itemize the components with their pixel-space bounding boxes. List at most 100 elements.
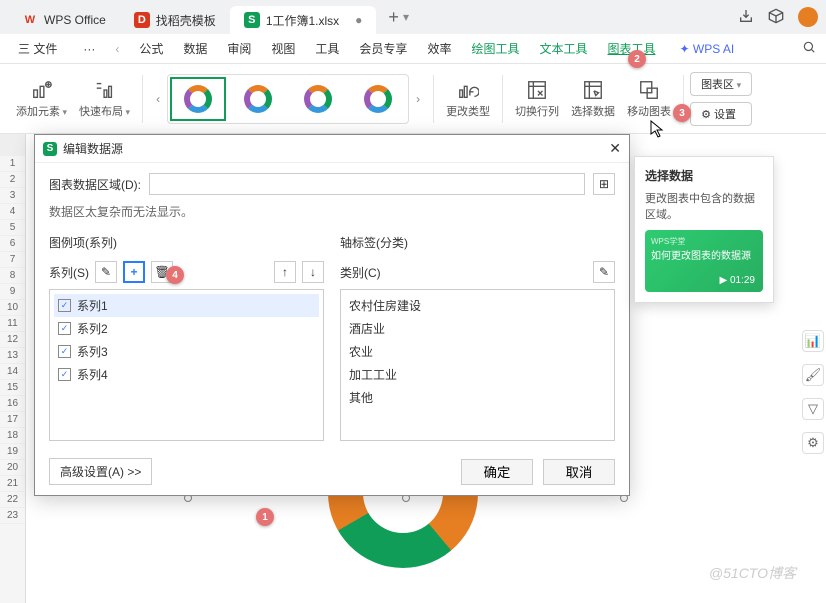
select-data-button[interactable]: 选择数据 xyxy=(565,79,621,119)
dialog-title: 编辑数据源 xyxy=(63,140,123,157)
cursor-icon xyxy=(650,120,664,138)
range-picker-icon[interactable]: ⊞ xyxy=(593,173,615,195)
cube-icon[interactable] xyxy=(768,8,784,27)
menu-formula[interactable]: 公式 xyxy=(131,36,171,61)
tooltip-video[interactable]: WPS学堂 如何更改图表的数据源 ▶ 01:29 xyxy=(645,230,763,292)
style-thumb-2[interactable] xyxy=(230,77,286,121)
style-thumb-4[interactable] xyxy=(350,77,406,121)
row-headers: 1234567891011121314151617181920212223 xyxy=(0,134,26,603)
menu-efficiency[interactable]: 效率 xyxy=(419,36,459,61)
tab-docer[interactable]: D 找稻壳模板 xyxy=(120,6,230,34)
styles-next[interactable]: › xyxy=(409,75,427,123)
select-data-tooltip: 选择数据 更改图表中包含的数据区域。 WPS学堂 如何更改图表的数据源 ▶ 01… xyxy=(634,156,774,303)
series-up-button[interactable]: ↑ xyxy=(274,261,296,283)
annotation-pin-3: 3 xyxy=(673,104,691,122)
toolbar: 添加元素 快速布局 ‹ › 更改类型 切换行列 选择数据 移动图表 图表区 ⚙ … xyxy=(0,64,826,134)
tab-active-workbook[interactable]: S 1工作簿1.xlsx ● xyxy=(230,6,377,34)
edit-data-source-dialog: S 编辑数据源 ✕ 图表数据区域(D): ⊞ 数据区太复杂而无法显示。 图例项(… xyxy=(34,134,630,496)
edit-category-icon[interactable]: ✎ xyxy=(593,261,615,283)
settings-icon[interactable]: ⚙ xyxy=(802,432,824,454)
tab-label: WPS Office xyxy=(44,13,106,27)
list-item: 其他 xyxy=(345,386,610,409)
cancel-button[interactable]: 取消 xyxy=(543,459,615,485)
set-format-button[interactable]: ⚙ 设置 xyxy=(690,102,752,126)
chart-object[interactable] xyxy=(188,498,624,588)
side-panel: 📊 🖌 ▽ ⚙ xyxy=(802,330,824,454)
menu-wps-ai[interactable]: ✦ WPS AI xyxy=(672,38,743,60)
add-tab-button[interactable]: + xyxy=(388,7,399,28)
sheet-logo-icon: S xyxy=(43,142,57,156)
play-icon: ▶ 01:29 xyxy=(720,275,756,286)
edit-series-icon[interactable]: ✎ xyxy=(95,261,117,283)
menu-data[interactable]: 数据 xyxy=(175,36,215,61)
chart-properties-icon[interactable]: 📊 xyxy=(802,330,824,352)
style-thumb-3[interactable] xyxy=(290,77,346,121)
chart-area-dropdown[interactable]: 图表区 xyxy=(690,72,752,96)
checkbox-icon[interactable] xyxy=(58,368,71,381)
list-item: 农村住房建设 xyxy=(345,294,610,317)
tab-label: 1工作簿1.xlsx xyxy=(266,12,339,29)
add-element-button[interactable]: 添加元素 xyxy=(10,79,73,119)
menu-review[interactable]: 审阅 xyxy=(219,36,259,61)
menu-prev[interactable]: ‹ xyxy=(107,38,127,60)
list-item: 系列1 xyxy=(54,294,319,317)
close-tab-icon[interactable]: ● xyxy=(355,13,362,27)
list-item: 系列4 xyxy=(54,363,319,386)
cloud-icon[interactable] xyxy=(738,8,754,27)
menu-tools[interactable]: 工具 xyxy=(307,36,347,61)
docer-logo-icon: D xyxy=(134,12,150,28)
menu-draw-tools[interactable]: 绘图工具 xyxy=(463,36,527,61)
category-label: 类别(C) xyxy=(340,264,381,281)
watermark: @51CTO博客 xyxy=(709,563,796,583)
move-chart-button[interactable]: 移动图表 xyxy=(621,79,677,119)
list-item: 系列2 xyxy=(54,317,319,340)
add-series-button[interactable]: + xyxy=(123,261,145,283)
search-icon[interactable] xyxy=(802,40,816,57)
list-item: 系列3 xyxy=(54,340,319,363)
tooltip-body: 更改图表中包含的数据区域。 xyxy=(645,190,763,222)
tab-wps[interactable]: W WPS Office xyxy=(8,6,120,34)
tab-label: 找稻壳模板 xyxy=(156,12,216,29)
style-thumb-1[interactable] xyxy=(170,77,226,121)
list-item: 农业 xyxy=(345,340,610,363)
annotation-pin-2: 2 xyxy=(628,50,646,68)
chart-range-input[interactable] xyxy=(149,173,585,195)
dialog-message: 数据区太复杂而无法显示。 xyxy=(49,203,615,220)
category-listbox[interactable]: 农村住房建设 酒店业 农业 加工工业 其他 xyxy=(340,289,615,441)
filter-icon[interactable]: ▽ xyxy=(802,398,824,420)
annotation-pin-4: 4 xyxy=(166,266,184,284)
axis-heading: 轴标签(分类) xyxy=(340,234,615,251)
close-dialog-button[interactable]: ✕ xyxy=(609,140,621,157)
menubar: 三 文件 ··· ‹ 公式 数据 审阅 视图 工具 会员专享 效率 绘图工具 文… xyxy=(0,34,826,64)
series-down-button[interactable]: ↓ xyxy=(302,261,324,283)
switch-rowcol-button[interactable]: 切换行列 xyxy=(509,79,565,119)
advanced-settings-button[interactable]: 高级设置(A) >> xyxy=(49,458,152,485)
change-type-button[interactable]: 更改类型 xyxy=(440,79,496,119)
more-menu[interactable]: ··· xyxy=(75,38,103,60)
beautify-icon[interactable]: 🖌 xyxy=(802,364,824,386)
annotation-pin-1: 1 xyxy=(256,508,274,526)
wps-logo-icon: W xyxy=(22,12,38,28)
titlebar: W WPS Office D 找稻壳模板 S 1工作簿1.xlsx ● + ▾ xyxy=(0,0,826,34)
series-label: 系列(S) xyxy=(49,264,89,281)
menu-member[interactable]: 会员专享 xyxy=(351,36,415,61)
tooltip-title: 选择数据 xyxy=(645,167,763,184)
legend-heading: 图例项(系列) xyxy=(49,234,324,251)
file-menu[interactable]: 三 文件 xyxy=(10,36,65,61)
checkbox-icon[interactable] xyxy=(58,345,71,358)
tab-dropdown-icon[interactable]: ▾ xyxy=(403,10,409,24)
quick-layout-button[interactable]: 快速布局 xyxy=(73,79,136,119)
sheet-logo-icon: S xyxy=(244,12,260,28)
checkbox-icon[interactable] xyxy=(58,322,71,335)
avatar[interactable] xyxy=(798,7,818,27)
list-item: 酒店业 xyxy=(345,317,610,340)
styles-prev[interactable]: ‹ xyxy=(149,75,167,123)
ok-button[interactable]: 确定 xyxy=(461,459,533,485)
series-listbox[interactable]: 系列1 系列2 系列3 系列4 xyxy=(49,289,324,441)
list-item: 加工工业 xyxy=(345,363,610,386)
checkbox-icon[interactable] xyxy=(58,299,71,312)
chart-styles xyxy=(167,74,409,124)
menu-text-tools[interactable]: 文本工具 xyxy=(531,36,595,61)
menu-view[interactable]: 视图 xyxy=(263,36,303,61)
range-label: 图表数据区域(D): xyxy=(49,176,141,193)
